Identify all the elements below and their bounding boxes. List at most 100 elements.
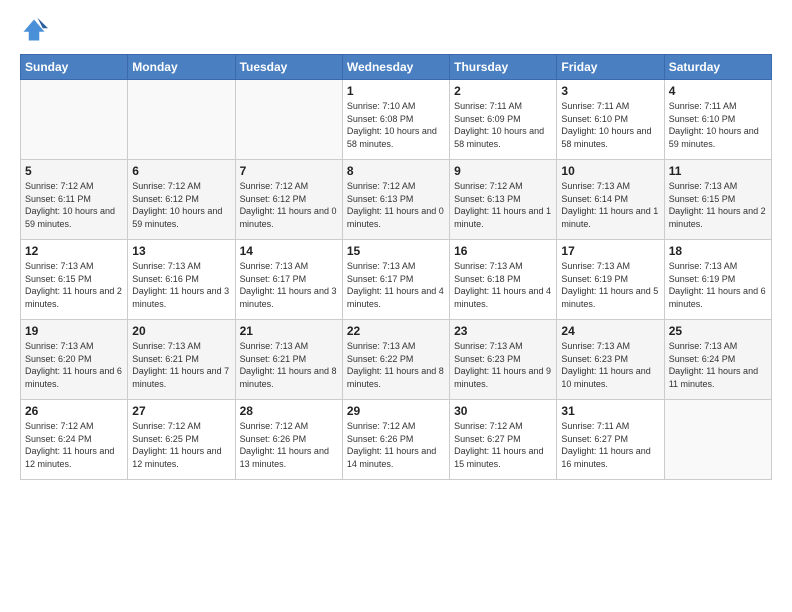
calendar-cell: 8Sunrise: 7:12 AMSunset: 6:13 PMDaylight… xyxy=(342,160,449,240)
sunset-text: Sunset: 6:19 PM xyxy=(561,274,628,284)
day-number: 17 xyxy=(561,244,659,258)
calendar-cell: 21 Sunrise: 7:13 AMSunset: 6:21 PMDayligh… xyxy=(235,320,342,400)
sunset-text: Sunset: 6:13 PM xyxy=(347,194,414,204)
day-info: Sunrise: 7:13 AMSunset: 6:24 PMDaylight:… xyxy=(669,340,767,390)
day-number: 19 xyxy=(25,324,123,338)
day-info: Sunrise: 7:12 AMSunset: 6:13 PMDaylight:… xyxy=(347,180,445,230)
calendar-cell: 1 Sunrise: 7:10 AMSunset: 6:08 PMDaylight… xyxy=(342,80,449,160)
day-number: 25 xyxy=(669,324,767,338)
day-number: 7 xyxy=(240,164,338,178)
calendar-cell: 5Sunrise: 7:12 AMSunset: 6:11 PMDaylight… xyxy=(21,160,128,240)
day-info: Sunrise: 7:10 AMSunset: 6:08 PMDaylight:… xyxy=(347,100,445,150)
sunrise-text: Sunrise: 7:12 AM xyxy=(132,181,201,191)
day-number: 10 xyxy=(561,164,659,178)
sunrise-text: Sunrise: 7:11 AM xyxy=(669,101,737,111)
day-number: 16 xyxy=(454,244,552,258)
day-number: 5 xyxy=(25,164,123,178)
daylight-text: Daylight: 11 hours and 3 minutes. xyxy=(132,286,229,309)
weekday-header-row: SundayMondayTuesdayWednesdayThursdayFrid… xyxy=(21,55,772,80)
calendar-cell: 23Sunrise: 7:13 AMSunset: 6:23 PMDayligh… xyxy=(450,320,557,400)
day-info: Sunrise: 7:13 AMSunset: 6:14 PMDaylight:… xyxy=(561,180,659,230)
sunrise-text: Sunrise: 7:13 AM xyxy=(669,341,738,351)
day-info: Sunrise: 7:13 AMSunset: 6:15 PMDaylight:… xyxy=(669,180,767,230)
daylight-text: Daylight: 11 hours and 1 minute. xyxy=(454,206,551,229)
day-number: 1 xyxy=(347,84,445,98)
sunrise-text: Sunrise: 7:13 AM xyxy=(240,261,309,271)
daylight-text: Daylight: 11 hours and 12 minutes. xyxy=(25,446,114,469)
calendar-cell: 26Sunrise: 7:12 AMSunset: 6:24 PMDayligh… xyxy=(21,400,128,480)
day-number: 30 xyxy=(454,404,552,418)
day-info: Sunrise: 7:11 AMSunset: 6:27 PMDaylight:… xyxy=(561,420,659,470)
day-number: 20 xyxy=(132,324,230,338)
daylight-text: Daylight: 11 hours and 16 minutes. xyxy=(561,446,650,469)
sunrise-text: Sunrise: 7:13 AM xyxy=(669,181,738,191)
sunset-text: Sunset: 6:22 PM xyxy=(347,354,414,364)
day-info: Sunrise: 7:13 AMSunset: 6:21 PMDaylight:… xyxy=(240,340,338,390)
logo-icon xyxy=(20,16,48,44)
day-number: 6 xyxy=(132,164,230,178)
day-info: Sunrise: 7:13 AMSunset: 6:18 PMDaylight:… xyxy=(454,260,552,310)
daylight-text: Daylight: 11 hours and 11 minutes. xyxy=(669,366,758,389)
calendar-cell: 31Sunrise: 7:11 AMSunset: 6:27 PMDayligh… xyxy=(557,400,664,480)
daylight-text: Daylight: 11 hours and 4 minutes. xyxy=(454,286,551,309)
day-info: Sunrise: 7:12 AMSunset: 6:13 PMDaylight:… xyxy=(454,180,552,230)
calendar-cell xyxy=(21,80,128,160)
sunset-text: Sunset: 6:23 PM xyxy=(561,354,628,364)
sunrise-text: Sunrise: 7:13 AM xyxy=(132,341,201,351)
daylight-text: Daylight: 11 hours and 0 minutes. xyxy=(240,206,337,229)
sunrise-text: Sunrise: 7:13 AM xyxy=(561,181,630,191)
calendar-cell: 22Sunrise: 7:13 AMSunset: 6:22 PMDayligh… xyxy=(342,320,449,400)
sunset-text: Sunset: 6:17 PM xyxy=(347,274,414,284)
daylight-text: Daylight: 11 hours and 9 minutes. xyxy=(454,366,551,389)
day-number: 26 xyxy=(25,404,123,418)
daylight-text: Daylight: 10 hours and 59 minutes. xyxy=(25,206,115,229)
day-info: Sunrise: 7:12 AMSunset: 6:26 PMDaylight:… xyxy=(240,420,338,470)
calendar-cell: 28 Sunrise: 7:12 AMSunset: 6:26 PMDayligh… xyxy=(235,400,342,480)
daylight-text: Daylight: 11 hours and 10 minutes. xyxy=(561,366,650,389)
calendar-cell: 7 Sunrise: 7:12 AMSunset: 6:12 PMDaylight… xyxy=(235,160,342,240)
calendar-cell: 14 Sunrise: 7:13 AMSunset: 6:17 PMDayligh… xyxy=(235,240,342,320)
calendar-week-row: 26Sunrise: 7:12 AMSunset: 6:24 PMDayligh… xyxy=(21,400,772,480)
sunrise-text: Sunrise: 7:13 AM xyxy=(454,261,523,271)
weekday-header-friday: Friday xyxy=(557,55,664,80)
calendar-cell: 9Sunrise: 7:12 AMSunset: 6:13 PMDaylight… xyxy=(450,160,557,240)
sunset-text: Sunset: 6:10 PM xyxy=(669,114,736,124)
daylight-text: Daylight: 11 hours and 1 minute. xyxy=(561,206,658,229)
calendar-cell: 19Sunrise: 7:13 AMSunset: 6:20 PMDayligh… xyxy=(21,320,128,400)
day-info: Sunrise: 7:13 AMSunset: 6:17 PMDaylight:… xyxy=(240,260,338,310)
calendar-cell: 25 Sunrise: 7:13 AMSunset: 6:24 PMDayligh… xyxy=(664,320,771,400)
sunrise-text: Sunrise: 7:12 AM xyxy=(347,181,416,191)
day-number: 28 xyxy=(240,404,338,418)
sunset-text: Sunset: 6:10 PM xyxy=(561,114,628,124)
daylight-text: Daylight: 11 hours and 7 minutes. xyxy=(132,366,229,389)
calendar-cell: 15Sunrise: 7:13 AMSunset: 6:17 PMDayligh… xyxy=(342,240,449,320)
calendar-cell: 11Sunrise: 7:13 AMSunset: 6:15 PMDayligh… xyxy=(664,160,771,240)
sunrise-text: Sunrise: 7:13 AM xyxy=(132,261,201,271)
daylight-text: Daylight: 11 hours and 3 minutes. xyxy=(240,286,337,309)
sunrise-text: Sunrise: 7:13 AM xyxy=(669,261,738,271)
calendar-cell: 30Sunrise: 7:12 AMSunset: 6:27 PMDayligh… xyxy=(450,400,557,480)
daylight-text: Daylight: 11 hours and 4 minutes. xyxy=(347,286,444,309)
day-number: 4 xyxy=(669,84,767,98)
sunset-text: Sunset: 6:24 PM xyxy=(25,434,92,444)
sunset-text: Sunset: 6:23 PM xyxy=(454,354,521,364)
day-number: 21 xyxy=(240,324,338,338)
sunset-text: Sunset: 6:26 PM xyxy=(240,434,307,444)
daylight-text: Daylight: 11 hours and 2 minutes. xyxy=(25,286,122,309)
calendar-cell: 16 Sunrise: 7:13 AMSunset: 6:18 PMDayligh… xyxy=(450,240,557,320)
calendar-cell: 24Sunrise: 7:13 AMSunset: 6:23 PMDayligh… xyxy=(557,320,664,400)
sunset-text: Sunset: 6:19 PM xyxy=(669,274,736,284)
weekday-header-wednesday: Wednesday xyxy=(342,55,449,80)
sunset-text: Sunset: 6:20 PM xyxy=(25,354,92,364)
day-info: Sunrise: 7:12 AMSunset: 6:12 PMDaylight:… xyxy=(240,180,338,230)
day-number: 14 xyxy=(240,244,338,258)
calendar-cell: 13Sunrise: 7:13 AMSunset: 6:16 PMDayligh… xyxy=(128,240,235,320)
daylight-text: Daylight: 11 hours and 2 minutes. xyxy=(669,206,766,229)
daylight-text: Daylight: 11 hours and 6 minutes. xyxy=(25,366,122,389)
sunrise-text: Sunrise: 7:13 AM xyxy=(25,261,94,271)
day-number: 15 xyxy=(347,244,445,258)
day-info: Sunrise: 7:12 AMSunset: 6:26 PMDaylight:… xyxy=(347,420,445,470)
weekday-header-sunday: Sunday xyxy=(21,55,128,80)
sunrise-text: Sunrise: 7:13 AM xyxy=(240,341,309,351)
calendar-week-row: 19 Sunrise: 7:13 AM Sunset: 6:20 PM Dayligh… xyxy=(21,320,772,400)
